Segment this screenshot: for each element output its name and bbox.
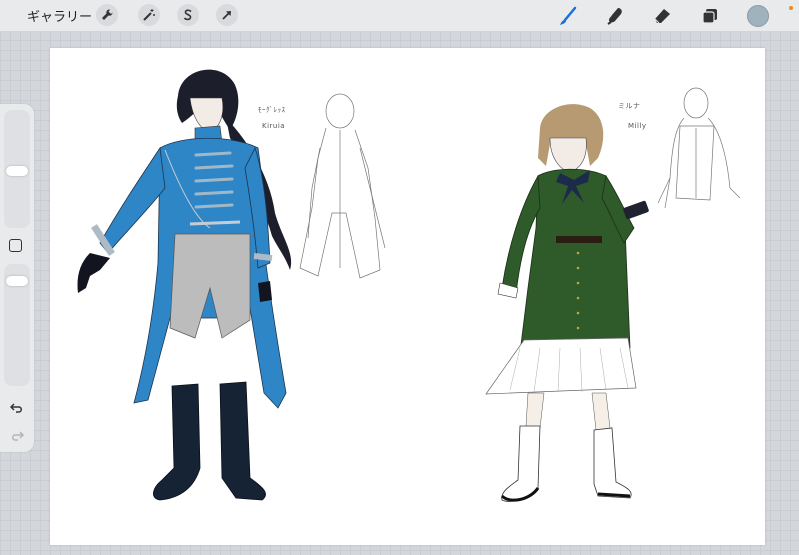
magic-wand-icon: [143, 9, 155, 21]
left-sidebar: [0, 104, 34, 452]
man-name-note: Kiruia: [262, 122, 285, 130]
figure-man: [77, 69, 292, 501]
sketch-man-reference: [299, 93, 386, 279]
color-swatch-button[interactable]: [747, 5, 769, 27]
transform-button[interactable]: [216, 4, 238, 26]
wrench-icon: [102, 9, 113, 20]
woman-name-note: Milly: [628, 122, 647, 130]
layers-icon: [702, 9, 717, 24]
opacity-thumb[interactable]: [6, 275, 28, 286]
sketch-woman-reference: [657, 87, 741, 209]
eraser-icon: [654, 9, 670, 24]
redo-button[interactable]: [8, 428, 26, 444]
man-kana-note: ﾓｰｸﾞﾚｯｽ: [258, 106, 286, 114]
selection-button[interactable]: [177, 4, 199, 26]
woman-kana-note: ミルナ: [618, 102, 641, 110]
status-dot: [789, 6, 793, 10]
brush-icon: [560, 6, 577, 25]
smudge-icon: [607, 8, 622, 25]
modify-button[interactable]: [9, 239, 22, 252]
brush-size-thumb[interactable]: [6, 166, 28, 177]
smudge-tool-button[interactable]: [603, 4, 627, 28]
actions-button[interactable]: [96, 4, 118, 26]
eraser-tool-button[interactable]: [650, 4, 674, 28]
artwork: ﾓｰｸﾞﾚｯｽ Kiruia ミルナ Milly: [77, 69, 741, 502]
adjustments-button[interactable]: [138, 4, 160, 26]
redo-icon: [12, 431, 24, 441]
arrow-cursor-icon: [222, 11, 231, 20]
top-toolbar: ギャラリー: [0, 0, 799, 32]
selection-s-icon: [183, 9, 192, 21]
gallery-button[interactable]: ギャラリー: [27, 6, 92, 25]
undo-button[interactable]: [8, 400, 26, 416]
drawing-canvas[interactable]: ﾓｰｸﾞﾚｯｽ Kiruia ミルナ Milly: [50, 48, 765, 545]
figure-woman: [485, 104, 649, 502]
brush-tool-button[interactable]: [556, 4, 580, 28]
layers-button[interactable]: [698, 4, 722, 28]
undo-icon: [10, 403, 22, 413]
